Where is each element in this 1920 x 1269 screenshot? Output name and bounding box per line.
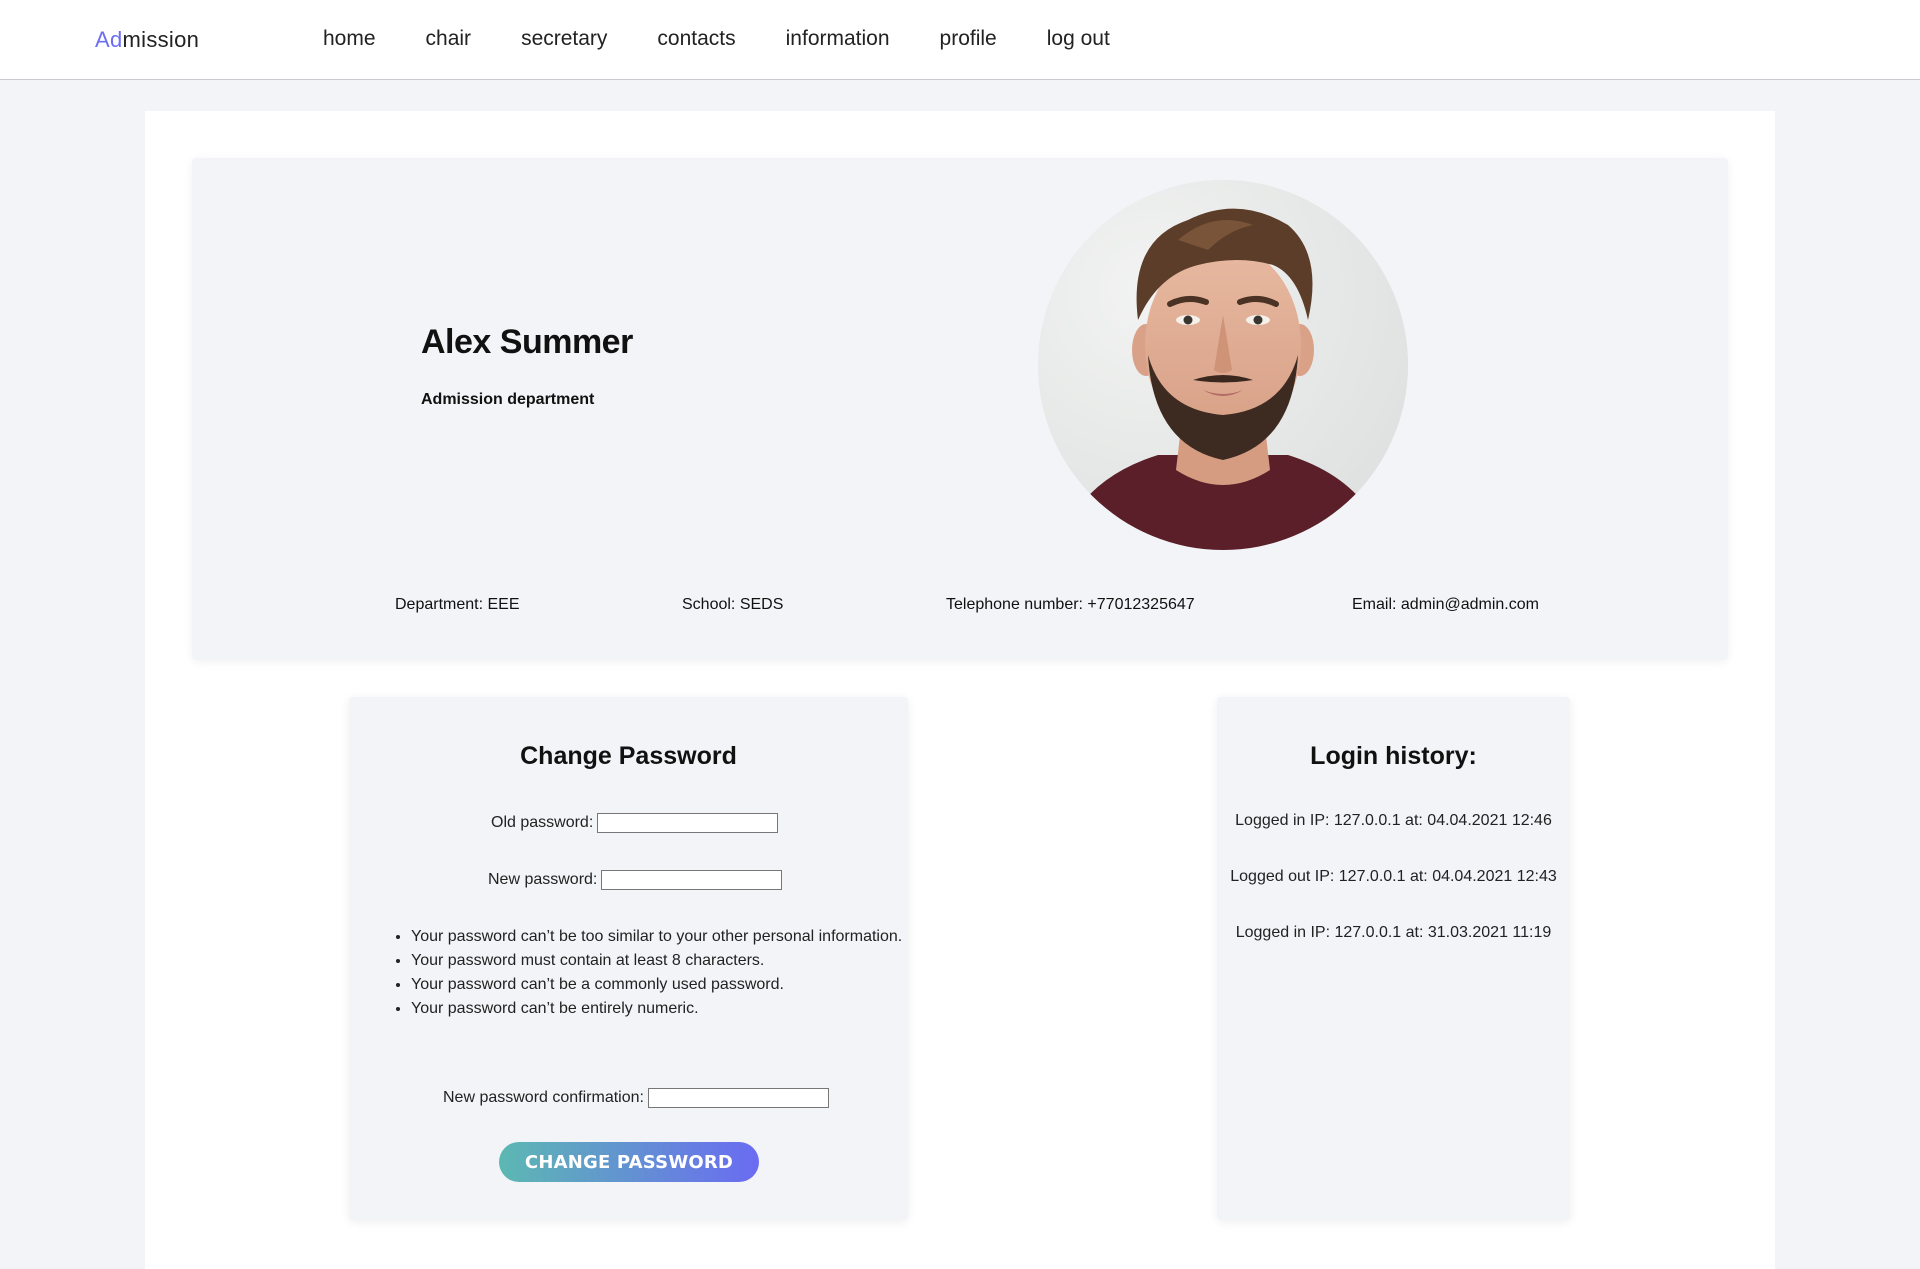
password-rule: Your password can’t be entirely numeric. <box>411 997 902 1021</box>
change-password-button[interactable]: CHANGE PASSWORD <box>499 1142 759 1182</box>
password-rules-list: Your password can’t be too similar to yo… <box>373 925 902 1021</box>
password-rule: Your password can’t be too similar to yo… <box>411 925 902 949</box>
profile-name: Alex Summer <box>421 323 633 361</box>
login-history-entry: Logged in IP: 127.0.0.1 at: 04.04.2021 1… <box>1235 812 1552 829</box>
change-password-title: Change Password <box>520 742 737 770</box>
old-password-input[interactable] <box>597 813 779 833</box>
brand-logo[interactable]: Admission <box>95 27 199 53</box>
login-history-entry: Logged in IP: 127.0.0.1 at: 31.03.2021 1… <box>1235 924 1552 941</box>
nav-links: home chair secretary contacts informatio… <box>323 27 1160 51</box>
old-password-row: Old password: <box>491 813 779 833</box>
top-navbar: Admission home chair secretary contacts … <box>0 0 1920 80</box>
new-password-input[interactable] <box>601 870 783 890</box>
nav-link-information[interactable]: information <box>786 27 890 51</box>
profile-department: Department: EEE <box>395 596 520 613</box>
nav-link-contacts[interactable]: contacts <box>657 27 735 51</box>
nav-link-chair[interactable]: chair <box>426 27 472 51</box>
profile-panel <box>192 158 1728 660</box>
nav-link-secretary[interactable]: secretary <box>521 27 607 51</box>
avatar-portrait-image <box>1038 180 1408 550</box>
profile-telephone: Telephone number: +77012325647 <box>946 596 1195 613</box>
confirm-password-input[interactable] <box>647 1088 829 1108</box>
nav-link-profile[interactable]: profile <box>940 27 997 51</box>
login-history-card: Login history: Logged in IP: 127.0.0.1 a… <box>1217 697 1570 1220</box>
profile-department-title: Admission department <box>421 391 595 408</box>
confirm-password-label: New password confirmation: <box>443 1089 644 1106</box>
login-history-title: Login history: <box>1310 742 1477 770</box>
avatar <box>1038 180 1408 550</box>
new-password-label: New password: <box>488 871 598 888</box>
login-history-entry: Logged out IP: 127.0.0.1 at: 04.04.2021 … <box>1230 868 1557 885</box>
password-rule: Your password must contain at least 8 ch… <box>411 949 902 973</box>
new-password-row: New password: <box>488 870 783 890</box>
password-rule: Your password can’t be a commonly used p… <box>411 973 902 997</box>
brand-rest: mission <box>122 27 200 52</box>
nav-link-logout[interactable]: log out <box>1047 27 1110 51</box>
confirm-password-row: New password confirmation: <box>443 1088 829 1108</box>
profile-school: School: SEDS <box>682 596 784 613</box>
profile-email: Email: admin@admin.com <box>1352 596 1539 613</box>
old-password-label: Old password: <box>491 814 594 831</box>
brand-accent: Ad <box>95 27 123 52</box>
nav-link-home[interactable]: home <box>323 27 376 51</box>
